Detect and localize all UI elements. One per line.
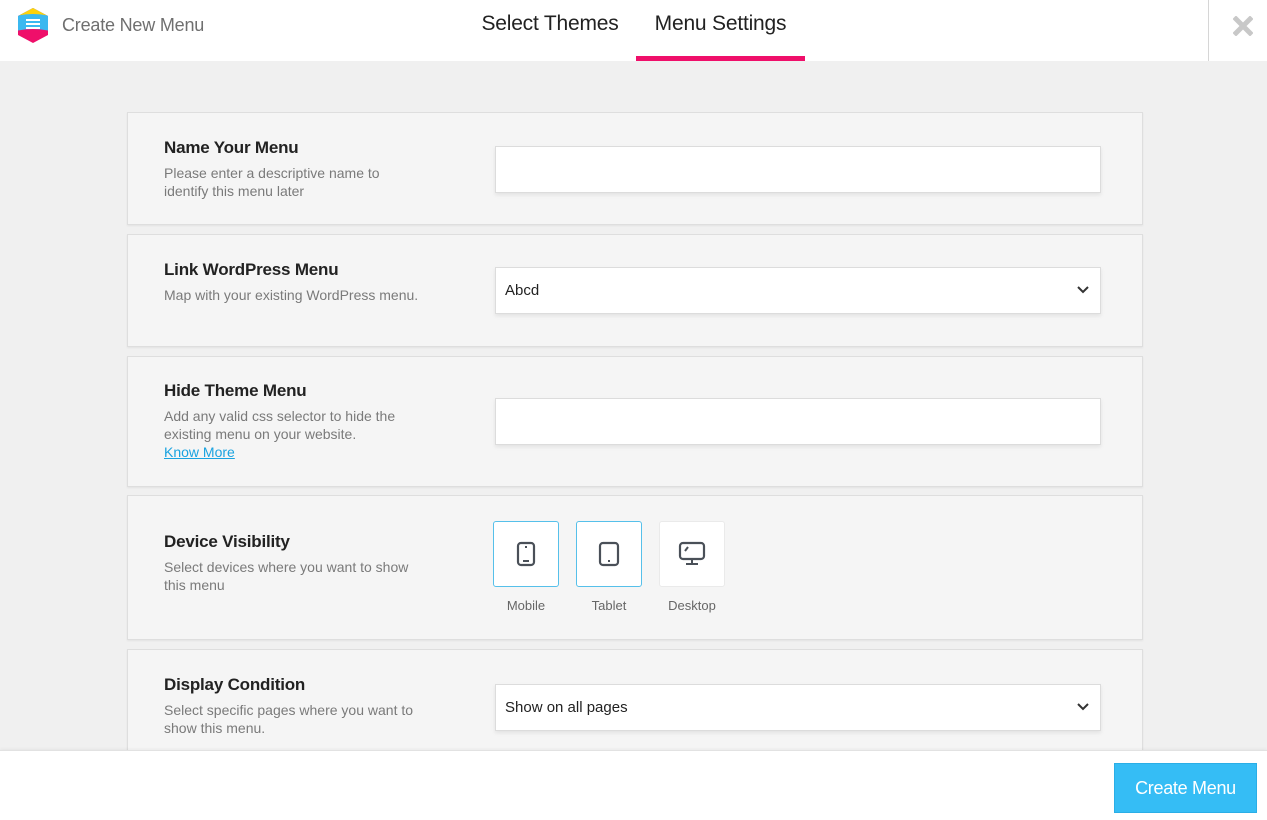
display-condition-select[interactable]: Show on all pages	[495, 684, 1101, 731]
divider	[1208, 0, 1209, 61]
section-label: Name Your Menu Please enter a descriptiv…	[164, 138, 424, 200]
tab-select-themes[interactable]: Select Themes	[472, 12, 628, 61]
close-button[interactable]	[1222, 6, 1264, 46]
device-option-mobile[interactable]: Mobile	[493, 521, 559, 613]
section-title: Name Your Menu	[164, 138, 299, 157]
tablet-icon	[598, 541, 620, 567]
device-toggle[interactable]	[493, 521, 559, 587]
footer-bar: Create Menu	[0, 750, 1267, 820]
section-label: Hide Theme Menu Add any valid css select…	[164, 381, 424, 461]
section-label: Display Condition Select specific pages …	[164, 675, 424, 737]
menu-name-input[interactable]	[495, 146, 1101, 193]
css-selector-input[interactable]	[495, 398, 1101, 445]
section-display-condition: Display Condition Select specific pages …	[127, 649, 1143, 750]
section-title: Hide Theme Menu	[164, 381, 307, 400]
section-description: Add any valid css selector to hide the e…	[164, 407, 424, 461]
device-label: Tablet	[591, 598, 627, 613]
close-x-icon	[1233, 16, 1253, 36]
tab-label: Menu Settings	[654, 12, 787, 35]
chevron-down-icon	[1077, 286, 1089, 294]
section-label: Device Visibility Select devices where y…	[164, 532, 424, 594]
desktop-icon	[678, 541, 706, 565]
selected-value: Abcd	[505, 282, 540, 299]
description-text: Add any valid css selector to hide the e…	[164, 408, 396, 442]
section-name-your-menu: Name Your Menu Please enter a descriptiv…	[127, 112, 1143, 225]
section-description: Map with your existing WordPress menu.	[164, 287, 419, 303]
section-title: Device Visibility	[164, 532, 290, 551]
section-link-wordpress-menu: Link WordPress Menu Map with your existi…	[127, 234, 1143, 347]
section-label: Link WordPress Menu Map with your existi…	[164, 260, 424, 304]
section-title: Display Condition	[164, 675, 306, 694]
section-hide-theme-menu: Hide Theme Menu Add any valid css select…	[127, 356, 1143, 487]
app-title: Create New Menu	[62, 15, 205, 35]
mobile-icon	[516, 541, 536, 567]
section-title: Link WordPress Menu	[164, 260, 339, 279]
tab-label: Select Themes	[481, 12, 619, 35]
device-toggle[interactable]	[659, 521, 725, 587]
section-description: Please enter a descriptive name to ident…	[164, 165, 380, 199]
device-label: Desktop	[668, 598, 716, 613]
know-more-link[interactable]: Know More	[164, 444, 235, 460]
section-device-visibility: Device Visibility Select devices where y…	[127, 495, 1143, 640]
device-label: Mobile	[506, 598, 546, 613]
selected-value: Show on all pages	[505, 699, 628, 716]
device-options: Mobile Tablet Desktop	[493, 521, 725, 613]
wordpress-menu-select[interactable]: Abcd	[495, 267, 1101, 314]
section-description: Select devices where you want to show th…	[164, 559, 409, 593]
device-toggle[interactable]	[576, 521, 642, 587]
device-option-desktop[interactable]: Desktop	[659, 521, 725, 613]
tab-menu-settings[interactable]: Menu Settings	[636, 12, 805, 61]
section-description: Select specific pages where you want to …	[164, 702, 414, 736]
settings-panel[interactable]: Name Your Menu Please enter a descriptiv…	[0, 61, 1267, 750]
app-logo-icon	[16, 7, 50, 44]
top-bar: Create New Menu Select Themes Menu Setti…	[0, 0, 1267, 61]
chevron-down-icon	[1077, 703, 1089, 711]
create-menu-button[interactable]: Create Menu	[1114, 763, 1257, 813]
device-option-tablet[interactable]: Tablet	[576, 521, 642, 613]
